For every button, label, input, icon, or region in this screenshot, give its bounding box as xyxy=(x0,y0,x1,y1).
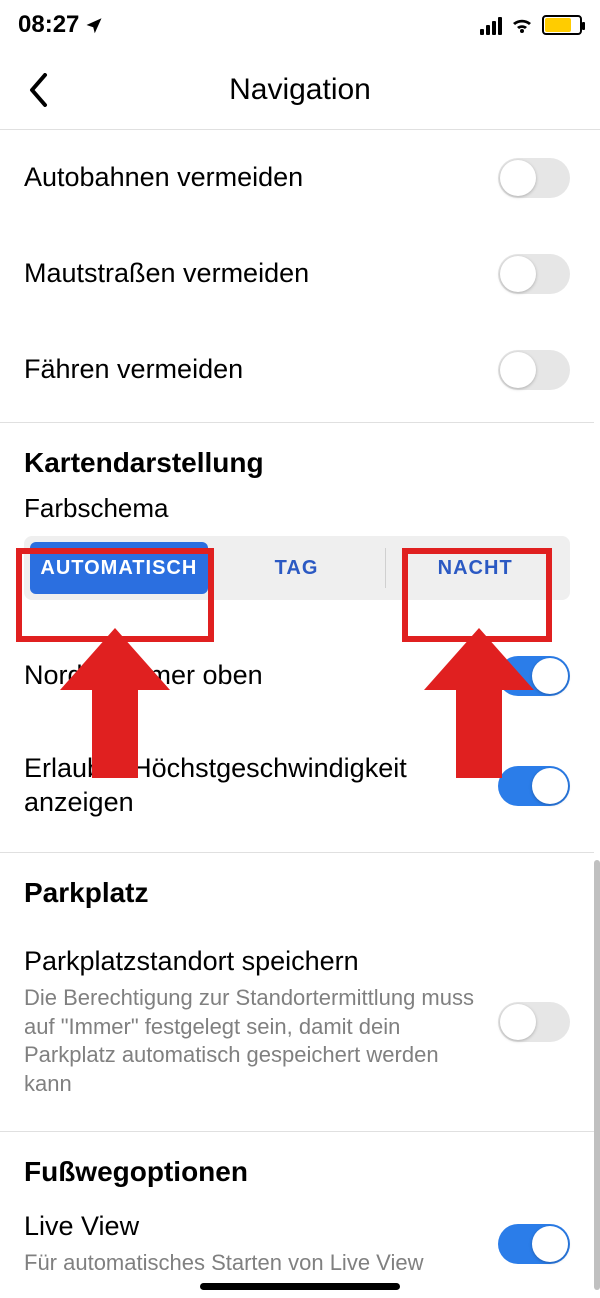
home-indicator[interactable] xyxy=(200,1283,400,1290)
label-avoid-highways: Autobahnen vermeiden xyxy=(24,161,484,195)
toggle-avoid-highways[interactable] xyxy=(498,158,570,198)
label-parking-save: Parkplatzstandort speichern xyxy=(24,945,484,979)
row-speed-limit: Erlaubte Höchstgeschwindigkeit anzeigen xyxy=(0,724,594,848)
row-parking-save: Parkplatzstandort speichern Die Berechti… xyxy=(0,917,594,1127)
row-live-view: Live View Für automatisches Starten von … xyxy=(0,1196,594,1278)
cellular-signal-icon xyxy=(480,15,502,35)
toggle-avoid-ferries[interactable] xyxy=(498,350,570,390)
battery-icon xyxy=(542,15,582,35)
toggle-speed-limit[interactable] xyxy=(498,766,570,806)
section-parking: Parkplatz xyxy=(0,853,594,917)
status-bar: 08:27 xyxy=(0,0,600,50)
desc-parking-save: Die Berechtigung zur Standortermittlung … xyxy=(24,984,484,1098)
segment-auto[interactable]: AUTOMATISCH xyxy=(30,542,208,594)
toggle-avoid-tolls[interactable] xyxy=(498,254,570,294)
row-avoid-ferries: Fähren vermeiden xyxy=(0,322,594,418)
section-walking: Fußwegoptionen xyxy=(0,1132,594,1196)
section-map-display: Kartendarstellung xyxy=(0,423,594,487)
row-avoid-highways: Autobahnen vermeiden xyxy=(0,130,594,226)
location-icon xyxy=(85,16,103,34)
label-avoid-ferries: Fähren vermeiden xyxy=(24,353,484,387)
segmented-colorscheme: AUTOMATISCH TAG NACHT xyxy=(24,536,570,600)
row-avoid-tolls: Mautstraßen vermeiden xyxy=(0,226,594,322)
label-colorscheme: Farbschema xyxy=(0,487,594,536)
clock: 08:27 xyxy=(18,11,79,39)
toggle-live-view[interactable] xyxy=(498,1224,570,1264)
segment-day[interactable]: TAG xyxy=(208,542,386,594)
nav-header: Navigation xyxy=(0,50,600,130)
toggle-north-up[interactable] xyxy=(498,656,570,696)
segment-night[interactable]: NACHT xyxy=(386,542,564,594)
label-north-up: Norden immer oben xyxy=(24,659,484,693)
label-speed-limit: Erlaubte Höchstgeschwindigkeit anzeigen xyxy=(24,752,484,820)
row-north-up: Norden immer oben xyxy=(0,628,594,724)
label-live-view: Live View xyxy=(24,1210,484,1244)
settings-scroll[interactable]: Autobahnen vermeiden Mautstraßen vermeid… xyxy=(0,130,594,1298)
scrollbar[interactable] xyxy=(594,860,600,1290)
desc-live-view: Für automatisches Starten von Live View xyxy=(24,1249,484,1278)
label-avoid-tolls: Mautstraßen vermeiden xyxy=(24,257,484,291)
toggle-parking-save[interactable] xyxy=(498,1002,570,1042)
page-title: Navigation xyxy=(0,73,600,107)
wifi-icon xyxy=(510,15,534,35)
back-button[interactable] xyxy=(8,50,68,129)
